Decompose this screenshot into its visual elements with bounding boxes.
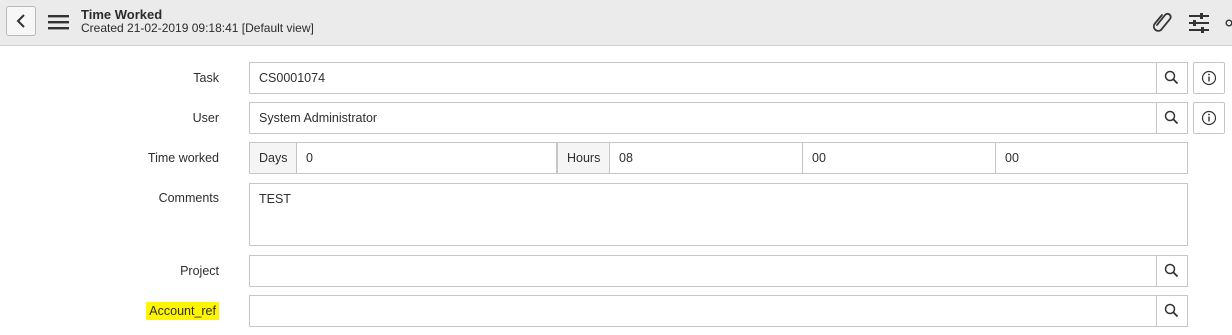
hamburger-menu-icon[interactable]	[48, 13, 70, 31]
task-lookup-button[interactable]	[1156, 62, 1188, 94]
project-lookup-button[interactable]	[1156, 255, 1188, 287]
comments-label: Comments	[158, 191, 219, 205]
info-icon	[1201, 70, 1217, 86]
back-button[interactable]	[6, 6, 36, 36]
user-info-button[interactable]	[1193, 102, 1225, 134]
user-input[interactable]: System Administrator	[249, 102, 1157, 134]
sliders-icon[interactable]	[1187, 11, 1211, 35]
search-icon	[1164, 263, 1179, 278]
hours-addon: Hours	[557, 142, 610, 174]
project-input[interactable]	[249, 255, 1157, 287]
form-title: Time Worked	[81, 7, 163, 22]
search-icon	[1164, 110, 1179, 125]
task-input[interactable]: CS0001074	[249, 62, 1157, 94]
comments-textarea[interactable]: TEST	[249, 183, 1188, 246]
paperclip-icon[interactable]	[1150, 10, 1174, 34]
days-input[interactable]: 0	[296, 142, 557, 174]
search-icon	[1164, 303, 1179, 318]
user-lookup-button[interactable]	[1156, 102, 1188, 134]
account-ref-lookup-button[interactable]	[1156, 295, 1188, 327]
info-icon	[1201, 110, 1217, 126]
more-options-icon[interactable]	[1224, 18, 1232, 28]
project-label: Project	[180, 264, 219, 278]
time-worked-label: Time worked	[147, 151, 219, 165]
task-label: Task	[193, 71, 219, 85]
hours-input[interactable]: 08	[609, 142, 803, 174]
account-ref-label: Account_ref	[0, 302, 219, 320]
chevron-left-icon	[16, 14, 25, 28]
seconds-input[interactable]: 00	[995, 142, 1188, 174]
user-label: User	[192, 111, 219, 125]
account-ref-input[interactable]	[249, 295, 1157, 327]
task-info-button[interactable]	[1193, 62, 1225, 94]
form-subtitle: Created 21-02-2019 09:18:41 [Default vie…	[81, 21, 314, 35]
minutes-input[interactable]: 00	[802, 142, 996, 174]
days-addon: Days	[249, 142, 297, 174]
form-header: Time Worked Created 21-02-2019 09:18:41 …	[0, 0, 1232, 46]
search-icon	[1164, 70, 1179, 85]
